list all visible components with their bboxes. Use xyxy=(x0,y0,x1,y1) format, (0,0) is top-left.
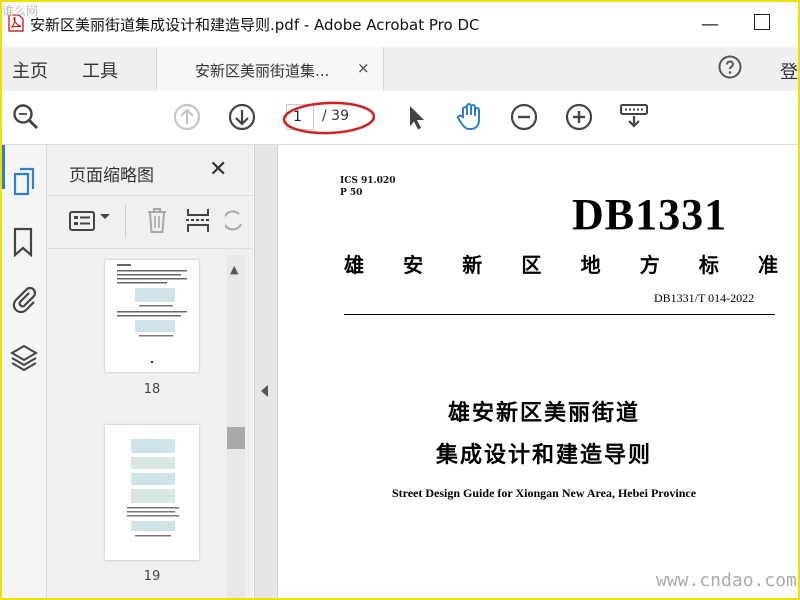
menu-home[interactable]: 主页 xyxy=(12,57,48,83)
minimize-icon[interactable]: — xyxy=(698,14,722,38)
toolbar-divider xyxy=(125,204,126,238)
document-tab[interactable]: 安新区美丽街道集... × xyxy=(156,47,384,91)
insert-pages-icon[interactable] xyxy=(185,206,211,234)
scroll-up-icon[interactable]: ▲ xyxy=(230,263,238,276)
doc-standard-code: DB1331 xyxy=(572,190,728,239)
dropdown-caret-icon[interactable] xyxy=(100,214,110,219)
highlight-annotation-oval xyxy=(282,101,376,135)
doc-title-line1: 雄安新区美丽街道 xyxy=(447,401,640,426)
trash-icon[interactable] xyxy=(145,206,169,234)
keyboard-icon[interactable] xyxy=(619,102,649,132)
doc-standard-char: 方 xyxy=(639,253,660,277)
rotate-icon[interactable] xyxy=(225,208,245,234)
thumbnail-toolbar xyxy=(47,195,253,249)
minus-circle-icon[interactable] xyxy=(509,102,539,132)
search-zoom-icon[interactable] xyxy=(11,102,41,132)
doc-english-subtitle: Street Design Guide for Xiongan New Area… xyxy=(391,486,697,500)
doc-p: P 50 xyxy=(340,188,363,198)
doc-ics: ICS 91.020 xyxy=(340,176,396,186)
thumbnail-page-18-preview xyxy=(117,264,187,363)
arrow-up-circle-icon[interactable] xyxy=(172,102,202,132)
bookmark-icon[interactable] xyxy=(12,227,34,257)
thumbnail-page-19-preview xyxy=(127,439,179,537)
page-thumbnails-icon[interactable] xyxy=(11,167,37,197)
doc-standard-char: 安 xyxy=(403,253,424,277)
thumbnail-label: 18 xyxy=(143,382,161,397)
tab-close-icon[interactable]: × xyxy=(357,59,370,77)
thumbnail-options-icon[interactable] xyxy=(69,210,97,232)
doc-title-line2: 集成设计和建造导则 xyxy=(435,443,652,468)
navigation-rail xyxy=(2,145,47,598)
title-bar: 谁么网 安新区美丽街道集成设计和建造导则.pdf - Adobe Acrobat… xyxy=(2,2,798,47)
doc-standard-char: 地 xyxy=(580,253,601,277)
panel-title: 页面缩略图 xyxy=(69,166,154,186)
doc-standard-number: DB1331/T 014-2022 xyxy=(654,291,755,305)
document-page: ICS 91.020 P 50 DB1331 雄 安 新 区 地 方 标 准 D… xyxy=(278,145,798,598)
help-icon[interactable] xyxy=(718,55,742,79)
doc-classification: ICS 91.020 P 50 xyxy=(340,175,395,199)
thumbnail-page-18[interactable] xyxy=(105,260,199,372)
main-toolbar: 1 / 39 xyxy=(2,92,798,145)
doc-standard-char: 雄 xyxy=(344,253,364,277)
plus-circle-icon[interactable] xyxy=(564,102,594,132)
paperclip-icon[interactable] xyxy=(11,283,37,313)
layers-icon[interactable] xyxy=(10,343,38,371)
panel-collapse-strip[interactable] xyxy=(254,145,278,598)
doc-standard-char: 区 xyxy=(521,253,542,277)
scrollbar-thumb[interactable] xyxy=(227,427,245,449)
doc-standard-char: 标 xyxy=(698,253,719,277)
menu-tools[interactable]: 工具 xyxy=(82,57,118,83)
collapse-left-icon[interactable] xyxy=(261,385,268,397)
app-window: 谁么网 安新区美丽街道集成设计和建造导则.pdf - Adobe Acrobat… xyxy=(0,0,800,600)
panel-close-icon[interactable]: ✕ xyxy=(209,157,227,182)
document-tab-label: 安新区美丽街道集... xyxy=(195,62,330,80)
signin-link[interactable]: 登 xyxy=(780,58,798,84)
doc-standard-char: 新 xyxy=(462,253,483,277)
site-watermark: www.cndao.com xyxy=(656,570,797,591)
tab-row xyxy=(2,47,798,91)
window-title: 安新区美丽街道集成设计和建造导则.pdf - Adobe Acrobat Pro… xyxy=(30,16,480,34)
doc-standard-name: 雄 安 新 区 地 方 标 准 xyxy=(344,249,778,278)
thumbnail-page-19[interactable] xyxy=(105,425,199,560)
doc-divider xyxy=(344,314,775,315)
thumbnail-label: 19 xyxy=(143,569,161,584)
doc-standard-char: 准 xyxy=(757,253,778,277)
cursor-arrow-icon[interactable] xyxy=(402,102,432,132)
maximize-icon[interactable] xyxy=(754,14,770,30)
thumbnail-panel: 页面缩略图 ✕ 18 19 ▲ xyxy=(47,145,253,598)
hand-icon[interactable] xyxy=(454,101,484,131)
rail-active-indicator xyxy=(2,145,5,189)
arrow-down-circle-icon[interactable] xyxy=(227,102,257,132)
